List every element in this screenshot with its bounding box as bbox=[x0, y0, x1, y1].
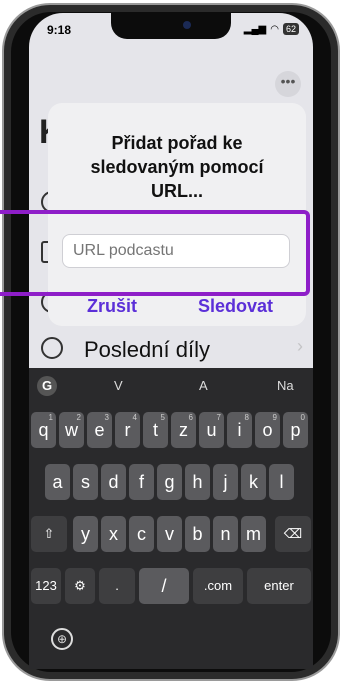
key-b[interactable]: b bbox=[185, 516, 210, 552]
key-p[interactable]: p0 bbox=[283, 412, 308, 448]
clock-icon bbox=[41, 337, 63, 359]
key-c[interactable]: c bbox=[129, 516, 154, 552]
key-h[interactable]: h bbox=[185, 464, 210, 500]
key-n[interactable]: n bbox=[213, 516, 238, 552]
suggestion-item[interactable]: A bbox=[199, 378, 208, 393]
backspace-key[interactable]: ⌫ bbox=[275, 516, 311, 552]
key-g[interactable]: g bbox=[157, 464, 182, 500]
notch bbox=[111, 13, 231, 39]
keyboard: G V A Na q 1 w 2 e 3 r 4 t 5 z 6 u 7 i 8 o 9 p 0 a s d f g h j k l ⇧ y… bbox=[29, 368, 313, 669]
key-q[interactable]: q1 bbox=[31, 412, 56, 448]
period-key[interactable]: . bbox=[99, 568, 135, 604]
key-l[interactable]: l bbox=[269, 464, 294, 500]
battery-icon: 62 bbox=[282, 23, 299, 35]
follow-button[interactable]: Sledovat bbox=[198, 296, 273, 317]
cancel-button[interactable]: Zrušit bbox=[87, 296, 137, 317]
globe-icon[interactable]: ⊕ bbox=[51, 628, 73, 650]
enter-key[interactable]: enter bbox=[247, 568, 311, 604]
chevron-right-icon: › bbox=[297, 336, 303, 356]
list-item-label: Poslední díly bbox=[84, 337, 210, 362]
key-k[interactable]: k bbox=[241, 464, 266, 500]
key-f[interactable]: f bbox=[129, 464, 154, 500]
shift-key[interactable]: ⇧ bbox=[31, 516, 67, 552]
status-icons: ▂▄▆ ◠ 62 bbox=[244, 23, 299, 35]
key-z[interactable]: z6 bbox=[171, 412, 196, 448]
add-podcast-dialog: Přidat pořad ke sledovaným pomocí URL... bbox=[48, 103, 306, 326]
key-w[interactable]: w2 bbox=[59, 412, 84, 448]
key-y[interactable]: y bbox=[73, 516, 98, 552]
key-u[interactable]: u7 bbox=[199, 412, 224, 448]
camera-icon bbox=[183, 21, 191, 29]
key-m[interactable]: m bbox=[241, 516, 266, 552]
numbers-key[interactable]: 123 bbox=[31, 568, 61, 604]
suggestion-bar: G V A Na bbox=[29, 368, 313, 404]
key-a[interactable]: a bbox=[45, 464, 70, 500]
signal-icon: ▂▄▆ bbox=[243, 23, 267, 35]
list-item-recent-episodes[interactable]: Poslední díly › bbox=[29, 331, 313, 371]
key-v[interactable]: v bbox=[157, 516, 182, 552]
suggestion-item[interactable]: Na bbox=[277, 378, 294, 393]
key-x[interactable]: x bbox=[101, 516, 126, 552]
suggestion-item[interactable]: V bbox=[114, 378, 123, 393]
google-icon[interactable]: G bbox=[37, 376, 57, 396]
key-d[interactable]: d bbox=[101, 464, 126, 500]
status-time: 9:18 bbox=[47, 23, 72, 37]
more-options-button[interactable]: ••• bbox=[275, 71, 301, 97]
key-e[interactable]: e3 bbox=[87, 412, 112, 448]
podcast-url-input[interactable] bbox=[62, 234, 290, 268]
key-t[interactable]: t5 bbox=[143, 412, 168, 448]
slash-key[interactable]: / bbox=[139, 568, 189, 604]
key-i[interactable]: i8 bbox=[227, 412, 252, 448]
wifi-icon: ◠ bbox=[270, 23, 279, 35]
key-r[interactable]: r4 bbox=[115, 412, 140, 448]
dotcom-key[interactable]: .com bbox=[193, 568, 243, 604]
key-o[interactable]: o9 bbox=[255, 412, 280, 448]
dialog-title: Přidat pořad ke sledovaným pomocí URL... bbox=[90, 133, 264, 201]
key-j[interactable]: j bbox=[213, 464, 238, 500]
settings-key[interactable]: ⚙ bbox=[65, 568, 95, 604]
key-s[interactable]: s bbox=[73, 464, 98, 500]
